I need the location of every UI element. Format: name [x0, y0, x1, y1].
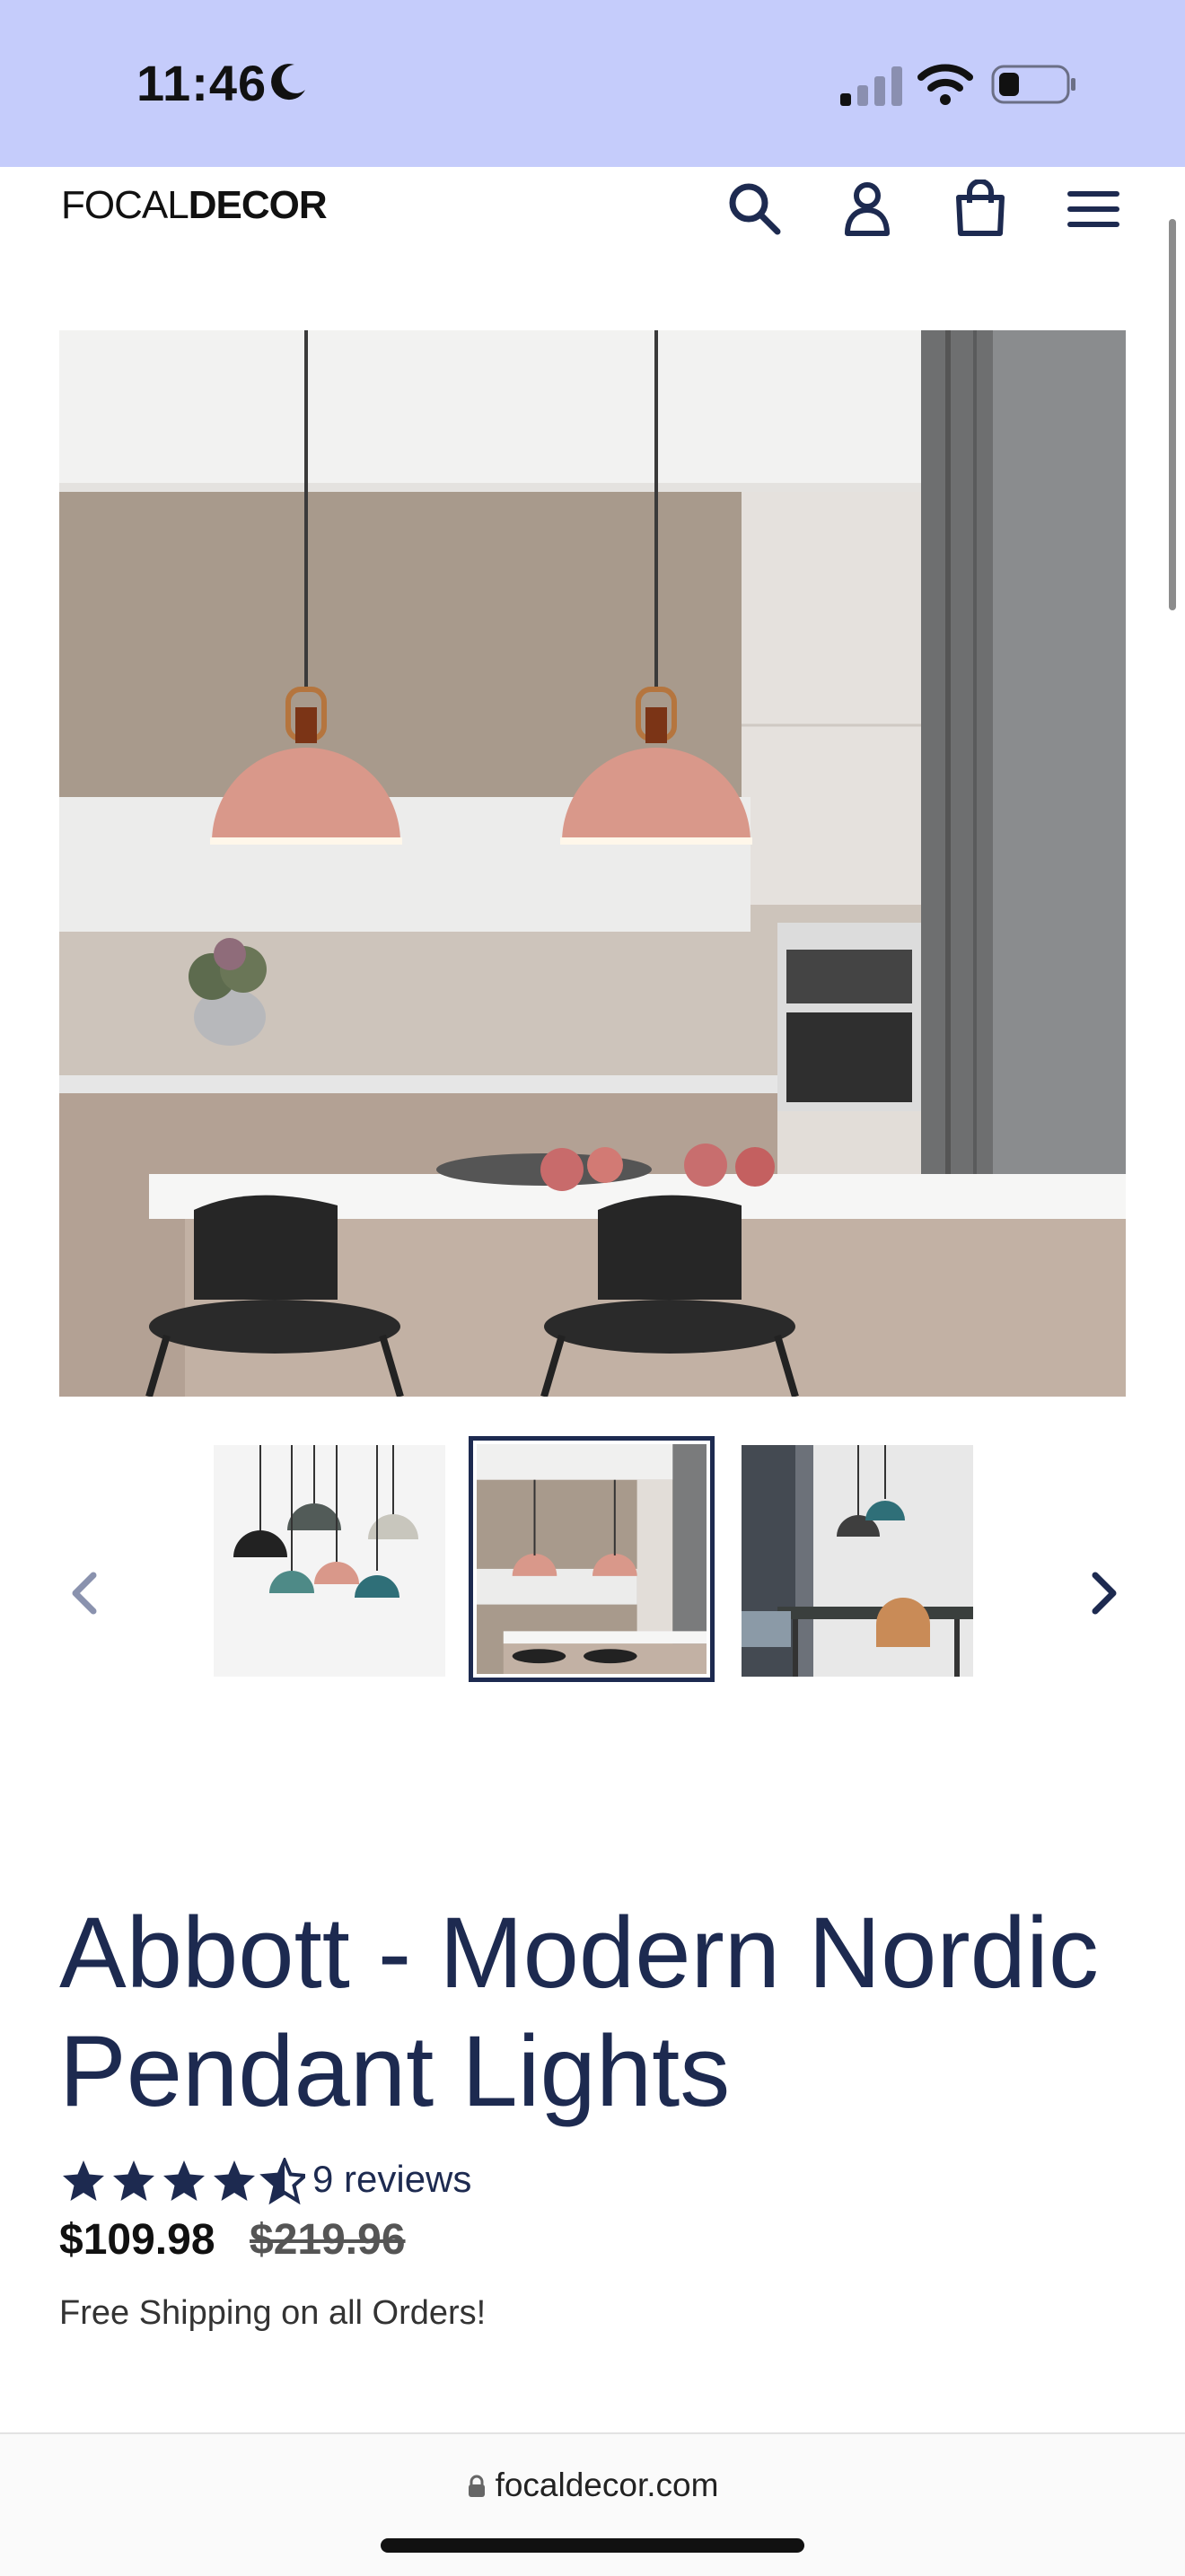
shipping-note: Free Shipping on all Orders!: [59, 2294, 487, 2332]
menu-icon[interactable]: [1065, 180, 1122, 237]
account-icon[interactable]: [838, 180, 896, 237]
url-text: focaldecor.com: [495, 2466, 719, 2503]
site-logo[interactable]: FOCALDECOR: [61, 183, 328, 228]
search-icon[interactable]: [725, 180, 783, 237]
moon-icon: [271, 64, 305, 101]
thumbnail-2[interactable]: [477, 1444, 707, 1674]
rating-stars-icon[interactable]: [59, 2158, 305, 2206]
thumbnail-3[interactable]: [742, 1445, 973, 1677]
browser-address-bar: [0, 2432, 1185, 2576]
cellular-signal-icon: [840, 66, 902, 106]
page-scrollbar[interactable]: [1169, 219, 1176, 610]
next-image-arrow-icon[interactable]: [1081, 1566, 1126, 1620]
lock-icon: [468, 2475, 485, 2497]
home-indicator[interactable]: [381, 2538, 804, 2553]
product-title: Abbott - Modern Nordic Pendant Lights: [59, 1897, 1099, 2127]
previous-image-arrow-icon[interactable]: [63, 1566, 108, 1620]
wifi-icon: [917, 64, 973, 105]
address-url[interactable]: focaldecor.com: [0, 2466, 1185, 2504]
product-main-image[interactable]: [59, 330, 1126, 1397]
reviews-link[interactable]: 9 reviews: [312, 2158, 471, 2201]
status-time: 11:46: [136, 55, 268, 111]
sale-price: $109.98: [59, 2216, 215, 2264]
battery-icon: [991, 65, 1075, 104]
thumbnail-1[interactable]: [214, 1445, 445, 1677]
cart-icon[interactable]: [952, 180, 1009, 237]
compare-at-price: $219.96: [250, 2216, 406, 2264]
